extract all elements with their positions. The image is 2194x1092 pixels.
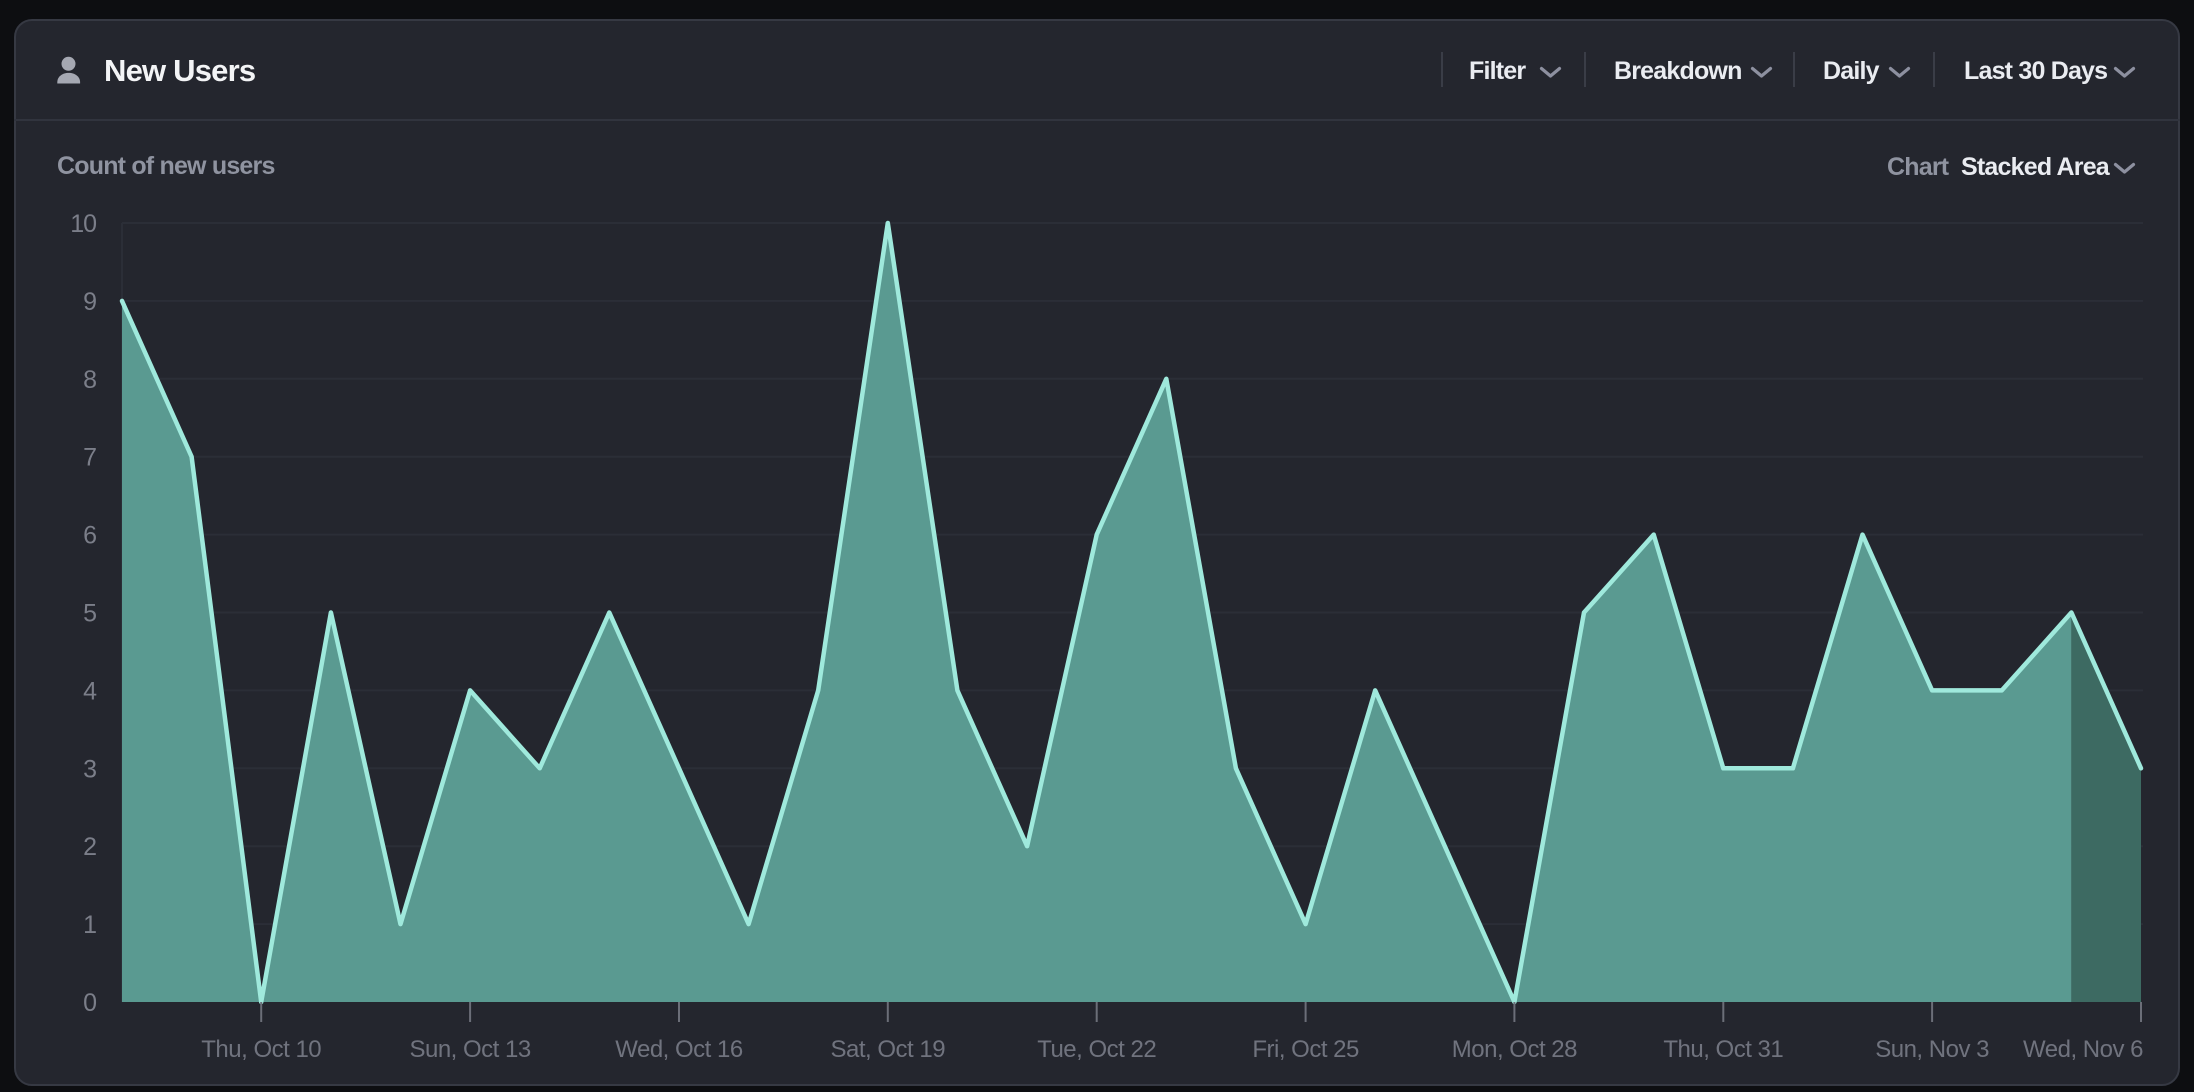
svg-text:Wed, Nov 6: Wed, Nov 6 bbox=[2023, 1036, 2143, 1063]
svg-text:Mon, Oct 28: Mon, Oct 28 bbox=[1452, 1036, 1577, 1063]
svg-text:3: 3 bbox=[83, 755, 96, 783]
svg-text:7: 7 bbox=[83, 444, 96, 472]
svg-text:9: 9 bbox=[83, 288, 96, 316]
svg-text:10: 10 bbox=[70, 210, 96, 238]
svg-text:1: 1 bbox=[83, 911, 96, 939]
svg-text:0: 0 bbox=[83, 989, 96, 1017]
svg-text:Sun, Oct 13: Sun, Oct 13 bbox=[409, 1036, 530, 1063]
svg-text:5: 5 bbox=[83, 600, 96, 628]
svg-text:Fri, Oct 25: Fri, Oct 25 bbox=[1252, 1036, 1359, 1063]
svg-text:4: 4 bbox=[83, 677, 97, 705]
svg-text:Thu, Oct 31: Thu, Oct 31 bbox=[1663, 1036, 1783, 1063]
svg-text:8: 8 bbox=[83, 366, 96, 394]
svg-text:Wed, Oct 16: Wed, Oct 16 bbox=[615, 1036, 743, 1063]
svg-text:Sun, Nov 3: Sun, Nov 3 bbox=[1875, 1036, 1989, 1063]
svg-text:Thu, Oct 10: Thu, Oct 10 bbox=[201, 1036, 321, 1063]
svg-text:6: 6 bbox=[83, 522, 96, 550]
svg-text:2: 2 bbox=[83, 833, 96, 861]
svg-text:Tue, Oct 22: Tue, Oct 22 bbox=[1037, 1036, 1156, 1063]
svg-text:Sat, Oct 19: Sat, Oct 19 bbox=[831, 1036, 946, 1063]
